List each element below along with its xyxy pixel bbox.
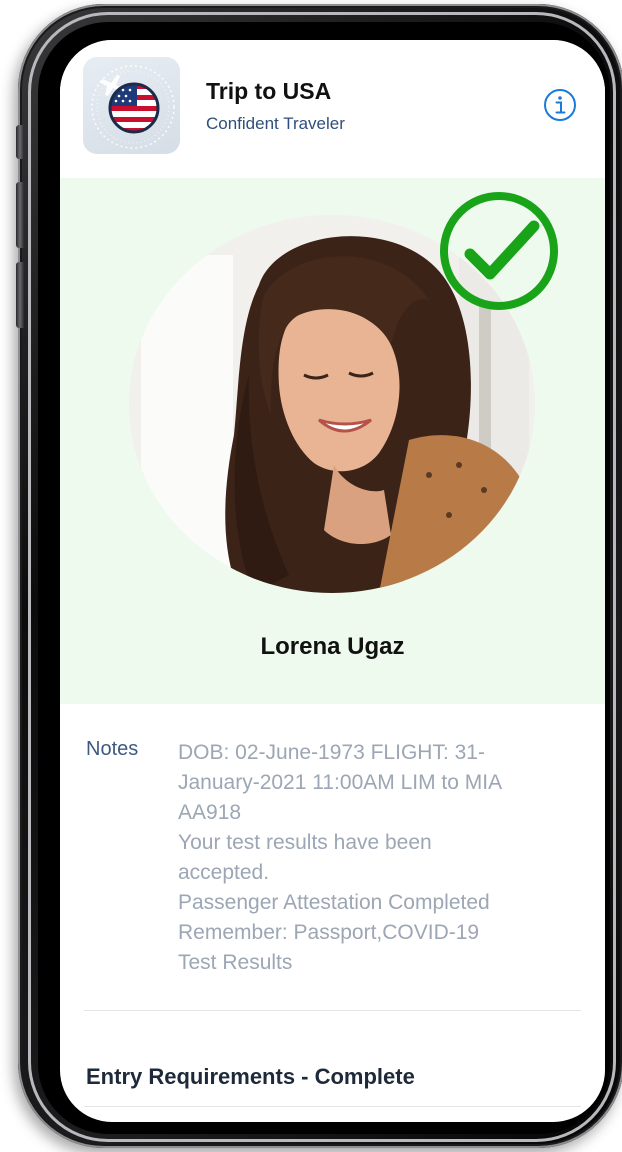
notes-line: Passenger Attestation Completed — [178, 891, 490, 914]
volume-up-button — [16, 182, 24, 248]
notes-line: Test Results — [178, 951, 293, 974]
app-screen: Trip to USA Confident Traveler Lorena Ug… — [60, 40, 605, 1122]
notes-text: DOB: 02-June-1973 FLIGHT: 31- January-20… — [178, 738, 583, 978]
volume-down-button — [16, 262, 24, 328]
notes-line: DOB: 02-June-1973 FLIGHT: 31- — [178, 741, 485, 764]
notes-line: Your test results have been — [178, 831, 432, 854]
notes-line: accepted. — [178, 861, 270, 884]
app-header: Trip to USA Confident Traveler — [60, 40, 605, 178]
trip-subtitle: Confident Traveler — [206, 114, 345, 133]
profile-section: Lorena Ugaz — [60, 178, 605, 704]
notes-label: Notes — [86, 738, 139, 760]
notes-line: January-2021 11:00AM LIM to MIA — [178, 771, 503, 794]
us-flag-plane-icon — [83, 57, 180, 154]
divider — [84, 1010, 581, 1011]
notes-line: AA918 — [178, 801, 242, 824]
traveler-name: Lorena Ugaz — [260, 633, 405, 660]
checkmark-icon — [438, 190, 560, 312]
info-icon[interactable] — [543, 88, 577, 122]
notes-line: Remember: Passport,COVID-19 — [178, 921, 480, 944]
stage: Trip to USA Confident Traveler Lorena Ug… — [0, 0, 622, 1152]
mute-switch — [16, 125, 24, 159]
trip-title: Trip to USA — [206, 78, 332, 104]
entry-requirements-row[interactable]: Entry Requirements - Complete — [86, 1064, 415, 1090]
divider — [84, 1106, 581, 1107]
